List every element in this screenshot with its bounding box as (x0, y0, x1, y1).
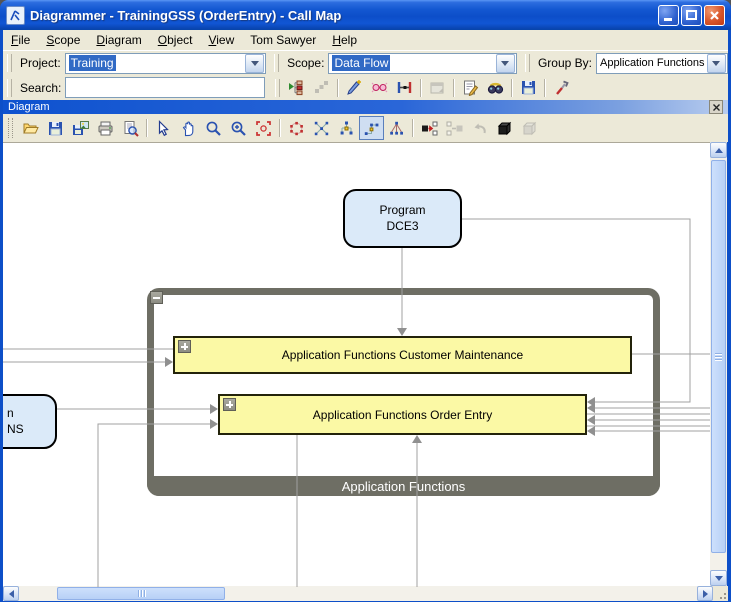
menu-bar: File Scope Diagram Object View Tom Sawye… (3, 30, 728, 50)
group-by-label: Group By: (534, 56, 596, 70)
save-icon[interactable] (43, 116, 68, 140)
search-toolbar: Search: (3, 75, 728, 100)
toolbar-separator (420, 79, 422, 97)
menu-view[interactable]: View (200, 30, 242, 50)
vertical-scrollbar[interactable] (710, 142, 727, 586)
window-title: Diagrammer - TrainingGSS (OrderEntry) - … (30, 8, 658, 23)
project-value: Training (69, 55, 116, 71)
package-icon[interactable] (492, 116, 517, 140)
menu-scope[interactable]: Scope (38, 30, 88, 50)
node-program-dce3[interactable]: Program DCE3 (343, 189, 462, 248)
properties-icon[interactable] (425, 76, 450, 100)
browse-icon[interactable] (483, 76, 508, 100)
menu-help[interactable]: Help (324, 30, 365, 50)
minimize-button[interactable] (658, 5, 679, 26)
toolbar-grip (274, 54, 279, 72)
toolbar-separator (146, 119, 148, 137)
collapse-tree-icon[interactable] (309, 76, 334, 100)
function-customer-maintenance[interactable]: Application Functions Customer Maintenan… (173, 336, 632, 374)
scroll-down-icon[interactable] (710, 570, 727, 586)
symmetric-layout-icon[interactable] (309, 116, 334, 140)
link-icon[interactable] (367, 76, 392, 100)
zoom-area-icon[interactable] (251, 116, 276, 140)
expand-tree-icon[interactable] (284, 76, 309, 100)
navigate-into-icon[interactable] (417, 116, 442, 140)
edit-diagram-icon[interactable] (342, 76, 367, 100)
project-toolbar: Project: Training Scope: Data Flow Group… (3, 50, 728, 75)
select-icon[interactable] (151, 116, 176, 140)
maximize-button[interactable] (681, 5, 702, 26)
orthogonal-layout-icon[interactable] (359, 116, 384, 140)
title-bar: Diagrammer - TrainingGSS (OrderEntry) - … (0, 0, 731, 30)
export-image-icon[interactable] (68, 116, 93, 140)
group-by-combobox[interactable]: Application Functions (596, 53, 728, 74)
panel-close-icon[interactable] (709, 100, 723, 114)
zoom-in-icon[interactable] (226, 116, 251, 140)
diagram-panel-title: Diagram (8, 101, 50, 113)
resize-grip-icon[interactable] (713, 586, 728, 601)
navigate-out-icon[interactable] (442, 116, 467, 140)
menu-diagram[interactable]: Diagram (88, 30, 149, 50)
app-window: Diagrammer - TrainingGSS (OrderEntry) - … (0, 0, 731, 602)
chevron-down-icon[interactable] (496, 54, 515, 73)
app-icon (6, 6, 25, 25)
toolbar-separator (412, 119, 414, 137)
diagram-panel-header: Diagram (3, 100, 728, 114)
save-icon[interactable] (516, 76, 541, 100)
menu-object[interactable]: Object (150, 30, 201, 50)
toolbar-grip (7, 54, 12, 72)
function-order-entry[interactable]: Application Functions Order Entry (218, 394, 587, 435)
node-clipped[interactable]: n NS (3, 394, 57, 449)
collapse-group-icon[interactable] (150, 291, 163, 304)
tools-icon[interactable] (549, 76, 574, 100)
toolbar-separator (511, 79, 513, 97)
notes-icon[interactable] (458, 76, 483, 100)
vertical-scroll-thumb[interactable] (711, 160, 726, 553)
diagram-toolbar (3, 114, 728, 142)
tree-layout-icon[interactable] (384, 116, 409, 140)
toolbar-grip (275, 79, 280, 97)
horizontal-scroll-thumb[interactable] (57, 587, 225, 600)
project-combobox[interactable]: Training (65, 53, 266, 74)
toolbar-grip (525, 54, 530, 72)
menu-tom-sawyer[interactable]: Tom Sawyer (242, 30, 324, 50)
chevron-down-icon[interactable] (707, 54, 726, 73)
scroll-right-icon[interactable] (697, 586, 713, 601)
toolbar-separator (544, 79, 546, 97)
scroll-left-icon[interactable] (3, 586, 19, 601)
zoom-icon[interactable] (201, 116, 226, 140)
horizontal-scrollbar[interactable] (3, 586, 728, 601)
menu-file[interactable]: File (3, 30, 38, 50)
close-button[interactable] (704, 5, 725, 26)
scope-combobox[interactable]: Data Flow (328, 53, 517, 74)
scope-value: Data Flow (332, 55, 390, 71)
toolbar-separator (337, 79, 339, 97)
diagram-canvas[interactable]: Application Functions (3, 142, 710, 587)
expand-icon[interactable] (223, 398, 236, 411)
toolbar-separator (279, 119, 281, 137)
search-label: Search: (16, 81, 65, 95)
toolbar-separator (453, 79, 455, 97)
span-icon[interactable] (392, 76, 417, 100)
pan-icon[interactable] (176, 116, 201, 140)
circular-layout-icon[interactable] (284, 116, 309, 140)
scope-label: Scope: (283, 56, 328, 70)
expand-icon[interactable] (178, 340, 191, 353)
undo-icon[interactable] (467, 116, 492, 140)
chevron-down-icon[interactable] (245, 54, 264, 73)
hierarchical-layout-icon[interactable] (334, 116, 359, 140)
print-preview-icon[interactable] (118, 116, 143, 140)
print-icon[interactable] (93, 116, 118, 140)
package-alt-icon[interactable] (517, 116, 542, 140)
toolbar-grip (8, 118, 13, 138)
scroll-up-icon[interactable] (710, 142, 727, 158)
toolbar-grip (7, 79, 12, 97)
open-icon[interactable] (18, 116, 43, 140)
group-by-value: Application Functions (600, 57, 705, 69)
search-input[interactable] (65, 77, 265, 98)
project-label: Project: (16, 56, 65, 70)
